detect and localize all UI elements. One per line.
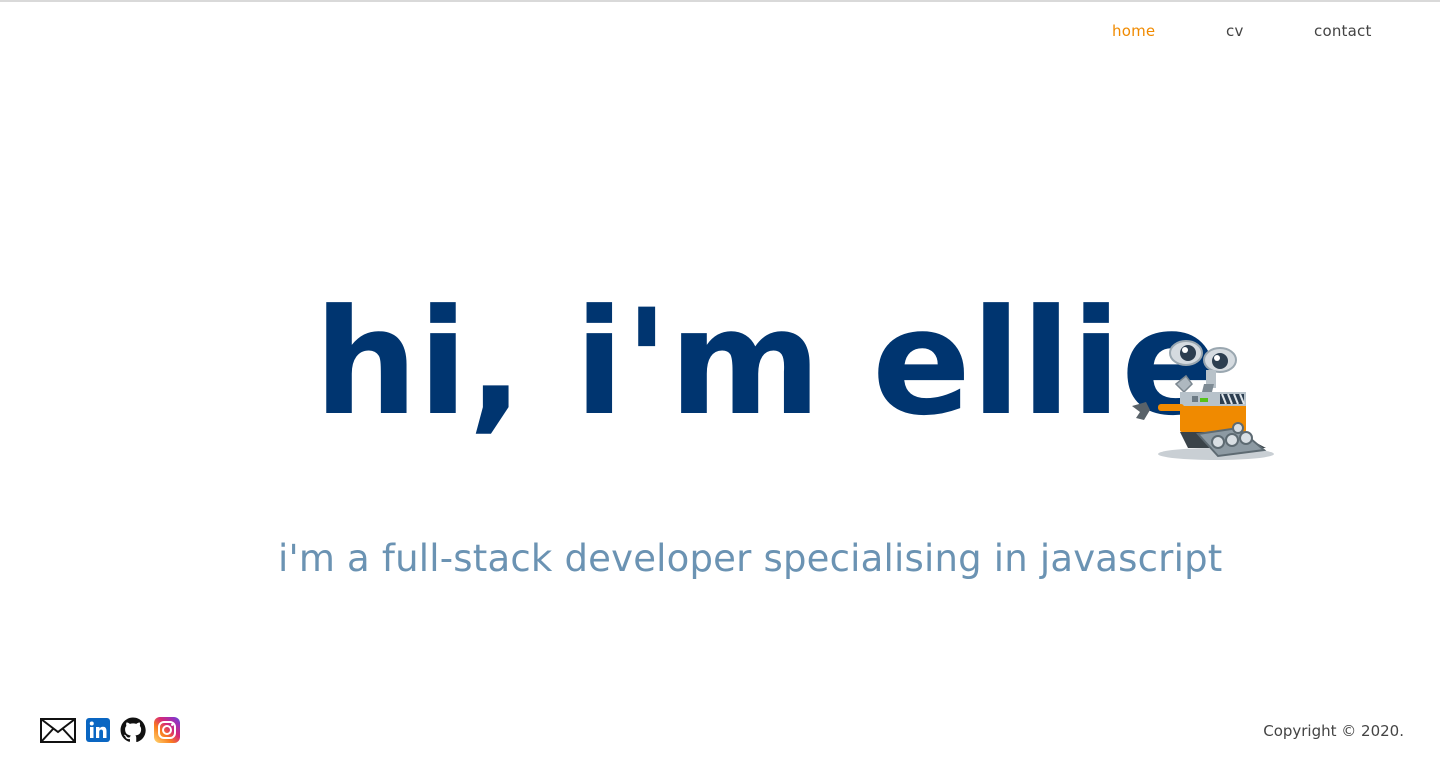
hero-subtitle-wrap: i'm a full-stack developer specialising …: [0, 532, 1440, 588]
robot-mascot-icon: [1132, 340, 1274, 460]
nav-link-cv[interactable]: cv: [1226, 22, 1244, 40]
mail-link[interactable]: [40, 716, 76, 748]
linkedin-icon: [86, 718, 110, 742]
nav-link-home[interactable]: home: [1112, 22, 1155, 40]
nav-link-contact[interactable]: contact: [1314, 22, 1372, 40]
mail-icon: [40, 718, 76, 743]
github-link[interactable]: [120, 716, 146, 747]
instagram-icon: [154, 717, 180, 743]
copyright-text: Copyright © 2020.: [1263, 722, 1404, 740]
instagram-link[interactable]: [154, 716, 180, 747]
hero-title: hi, i'm ellie: [314, 278, 1221, 448]
top-divider: [0, 0, 1440, 2]
linkedin-link[interactable]: [86, 716, 110, 746]
hero-subtitle: i'm a full-stack developer specialising …: [278, 537, 1223, 580]
github-icon: [120, 717, 146, 743]
top-nav: home cv contact: [0, 22, 1440, 46]
page: home cv contact hi, i'm ellie i'm a full…: [0, 0, 1440, 762]
